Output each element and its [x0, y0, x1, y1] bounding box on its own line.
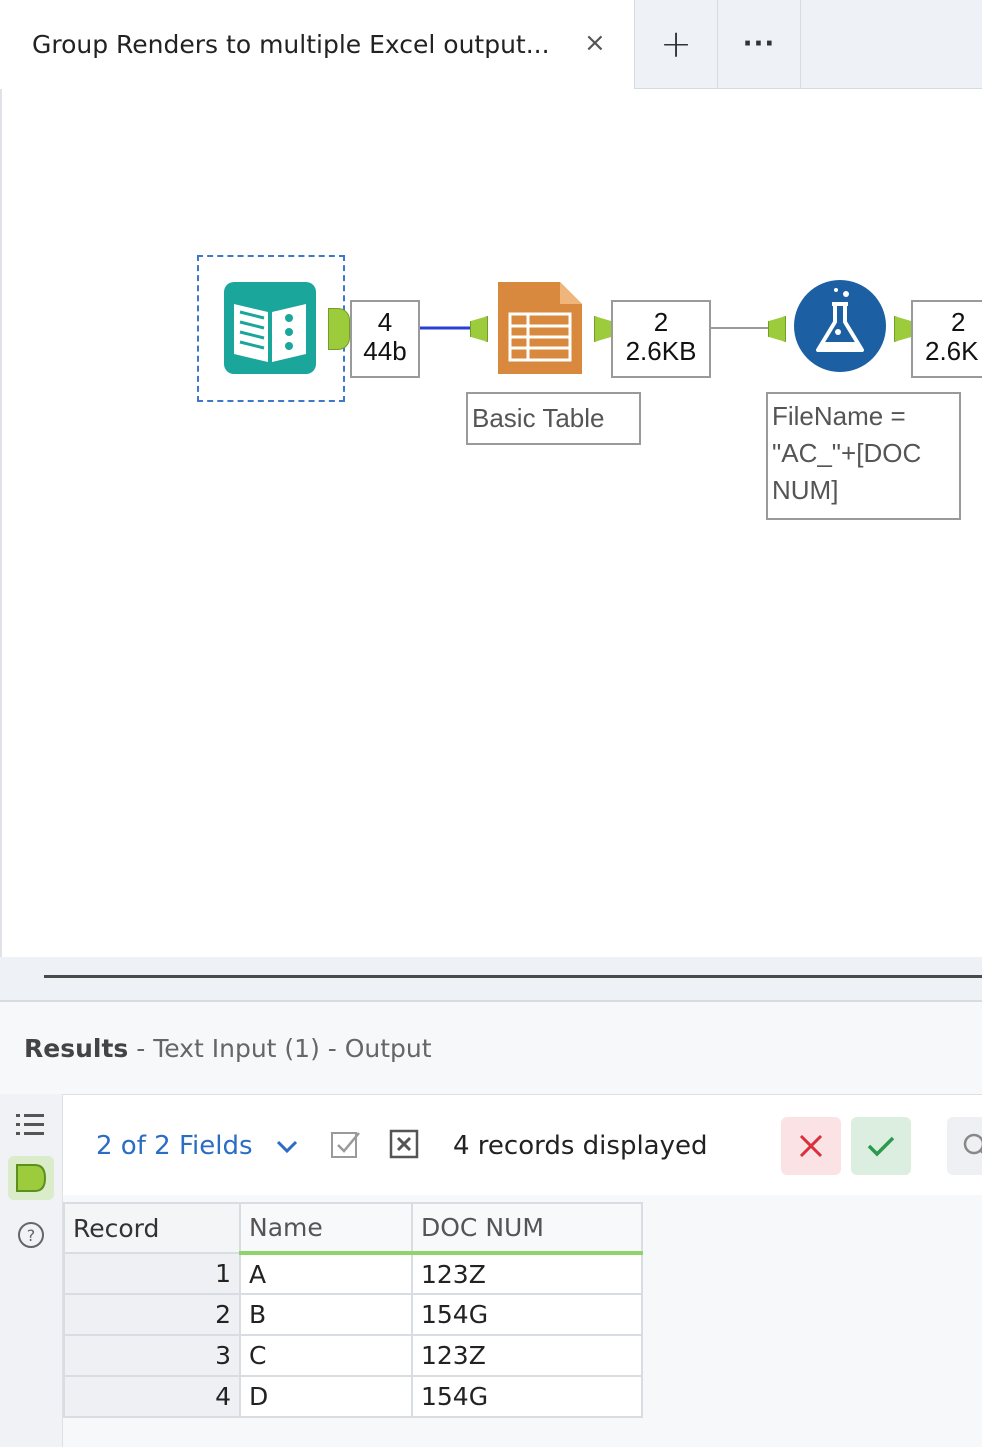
results-title: Results [24, 1034, 129, 1063]
search-icon [963, 1133, 982, 1155]
formula-tool[interactable] [794, 280, 886, 372]
basic-table-tool[interactable] [498, 282, 582, 374]
doc-num-cell[interactable]: 123Z [411, 1334, 643, 1377]
doc-num-cell[interactable]: 154G [411, 1293, 643, 1336]
table-row[interactable]: 1 A 123Z [63, 1252, 643, 1295]
name-cell[interactable]: A [239, 1252, 413, 1295]
results-subtitle: - Text Input (1) - Output [136, 1034, 432, 1063]
record-count: 2 [653, 307, 669, 337]
panel-splitter[interactable] [0, 957, 982, 1005]
record-number-cell: 1 [63, 1252, 241, 1295]
fields-dropdown-label: 2 of 2 Fields [96, 1131, 253, 1161]
column-header-doc-num[interactable]: DOC NUM [411, 1202, 643, 1255]
record-count: 4 [377, 307, 393, 337]
name-cell[interactable]: D [239, 1375, 413, 1418]
column-header-name[interactable]: Name [239, 1202, 413, 1255]
results-grid: Record Name DOC NUM 1 A 123Z 2 B 154G 3 … [63, 1202, 643, 1418]
formula-flask-icon [794, 280, 886, 372]
data-size: 44b [363, 336, 407, 366]
apply-button[interactable] [851, 1117, 911, 1175]
text-input-book-icon [224, 282, 316, 374]
horizontal-scrollbar[interactable] [44, 975, 982, 978]
record-count-box: 4 44b [350, 300, 420, 378]
tool-annotation: Basic Table [466, 392, 641, 445]
name-cell[interactable]: B [239, 1293, 413, 1336]
table-row[interactable]: 3 C 123Z [63, 1334, 643, 1377]
results-side-strip: ? [0, 1094, 63, 1447]
output-anchor-view-icon[interactable] [8, 1156, 54, 1200]
svg-text:?: ? [27, 1226, 36, 1245]
records-displayed: 4 records displayed [453, 1131, 708, 1161]
select-all-checkbox-icon[interactable] [331, 1129, 361, 1159]
table-row[interactable]: 2 B 154G [63, 1293, 643, 1336]
fields-dropdown[interactable]: 2 of 2 Fields [96, 1131, 299, 1161]
help-icon[interactable]: ? [14, 1218, 48, 1252]
table-row[interactable]: 4 D 154G [63, 1375, 643, 1418]
close-icon [799, 1134, 823, 1158]
results-header: Results - Text Input (1) - Output [24, 1034, 432, 1063]
name-cell[interactable]: C [239, 1334, 413, 1377]
data-size: 2.6KB [625, 336, 697, 366]
search-button[interactable] [947, 1117, 982, 1175]
doc-num-cell[interactable]: 123Z [411, 1252, 643, 1295]
column-header-record[interactable]: Record [63, 1202, 241, 1254]
record-count-box: 2 2.6KB [611, 300, 711, 378]
chevron-down-icon [276, 1140, 297, 1153]
record-count: 2 [951, 307, 966, 337]
basic-table-icon [498, 282, 582, 374]
data-size: 2.6K [925, 336, 979, 366]
record-count-box: 2 2.6K [911, 300, 982, 378]
deselect-all-checkbox-icon[interactable] [389, 1129, 419, 1159]
record-number-cell: 3 [63, 1334, 241, 1377]
output-anchor[interactable] [328, 308, 350, 350]
cancel-button[interactable] [781, 1117, 841, 1175]
doc-num-cell[interactable]: 154G [411, 1375, 643, 1418]
results-panel: Results - Text Input (1) - Output ? 2 of… [0, 1000, 982, 1447]
results-toolbar: 2 of 2 Fields 4 records displayed [63, 1094, 982, 1195]
record-number-cell: 4 [63, 1375, 241, 1418]
record-number-cell: 2 [63, 1293, 241, 1336]
tool-annotation: FileName = "AC_"+[DOC NUM] [766, 392, 961, 520]
text-input-tool[interactable] [224, 282, 316, 374]
check-icon [867, 1136, 895, 1157]
header-row: Record Name DOC NUM [63, 1202, 643, 1255]
list-view-icon[interactable] [14, 1108, 48, 1142]
